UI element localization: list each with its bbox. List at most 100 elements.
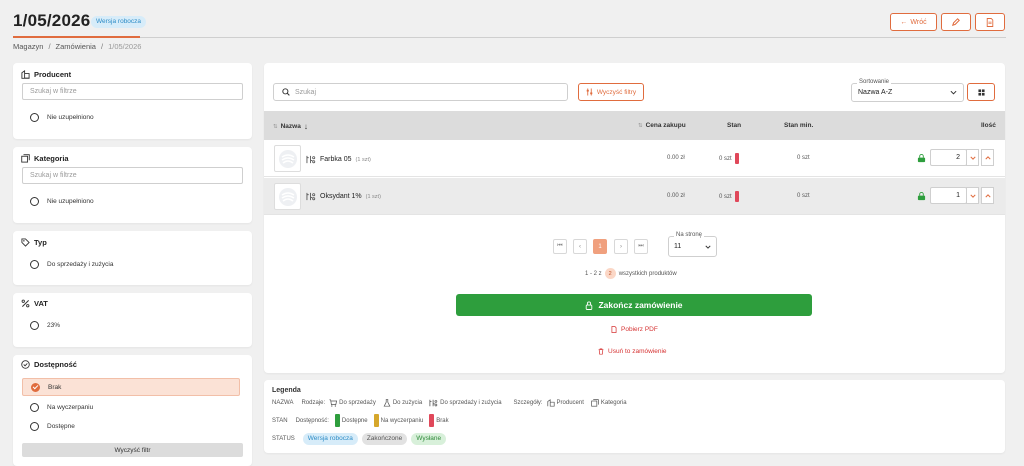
pencil-icon xyxy=(952,18,960,26)
product-thumbnail xyxy=(274,145,301,172)
clear-filters-button[interactable]: Wyczyść filtry xyxy=(578,83,644,101)
per-page-select[interactable]: 11 xyxy=(668,236,717,257)
stock-cell: 0 szt xyxy=(719,191,739,202)
product-image-icon xyxy=(278,149,297,168)
sort-select-value: Nazwa A-Z xyxy=(858,89,893,96)
arrow-down-icon: ↓ xyxy=(303,122,308,131)
legend-title: Legenda xyxy=(272,387,301,394)
tag-icon xyxy=(21,238,30,247)
chevron-left-icon: ‹ xyxy=(579,243,581,250)
stock-min-cell: 0 szt xyxy=(797,193,810,199)
last-page-icon: ⏭ xyxy=(638,243,644,249)
finish-order-button[interactable]: Zakończ zamówienie xyxy=(456,294,812,316)
per-page-label: Na stronę xyxy=(674,232,705,238)
sort-label: Sortowanie xyxy=(857,79,892,85)
status-badge: Wersja robocza xyxy=(91,16,147,28)
stock-status-bar xyxy=(734,153,739,164)
sort-icon: ⇅ xyxy=(638,122,643,129)
check-circle-icon xyxy=(21,360,30,369)
layers-icon xyxy=(591,399,599,407)
trash-icon xyxy=(598,348,604,355)
product-name: Farbka 05 xyxy=(320,156,352,163)
building-icon xyxy=(21,70,30,79)
back-button[interactable]: ← Wróć xyxy=(890,13,937,31)
first-page-icon: ⏮ xyxy=(557,243,563,249)
last-page-button[interactable]: ⏭ xyxy=(634,239,648,254)
page-button-current[interactable]: 1 xyxy=(593,239,607,254)
grid-icon xyxy=(977,88,985,96)
quantity-decrease-button[interactable] xyxy=(966,187,979,204)
column-header-cena[interactable]: ⇅ Cena zakupu xyxy=(638,122,686,129)
low-stock-swatch xyxy=(373,414,379,427)
grid-view-button[interactable] xyxy=(967,83,995,101)
filter-card-kategoria: Kategoria Szukaj w filtrze Nie uzupełnio… xyxy=(13,147,252,223)
sale-and-use-icon xyxy=(306,192,316,201)
search-input[interactable]: Szukaj xyxy=(273,83,568,101)
vat-option-23[interactable]: 23% xyxy=(22,316,243,334)
quantity-decrease-button[interactable] xyxy=(966,149,979,166)
kategoria-filter-search-input[interactable]: Szukaj w filtrze xyxy=(22,167,243,184)
filter-title-dostepnosc: Dostępność xyxy=(21,360,77,369)
product-thumbnail xyxy=(274,183,301,210)
dostepnosc-option-dostepne[interactable]: Dostępne xyxy=(22,417,243,435)
product-count: (1 szt) xyxy=(355,156,371,163)
delete-order-link[interactable]: Usuń to zamówienie xyxy=(598,348,667,355)
quantity-input[interactable]: 2 xyxy=(930,149,967,166)
status-badge-sent: Wysłane xyxy=(411,433,447,445)
breadcrumb-item-magazyn[interactable]: Magazyn xyxy=(13,42,43,51)
legend-row-status: STATUS Wersja robocza Zakończone Wysłane xyxy=(272,433,447,445)
column-header-ilosc: Ilość xyxy=(981,122,996,129)
edit-button[interactable] xyxy=(941,13,971,31)
lock-icon xyxy=(586,301,593,310)
product-name-cell: Farbka 05 (1 szt) xyxy=(306,155,371,164)
quantity-increase-button[interactable] xyxy=(981,149,994,166)
sort-icon: ⇅ xyxy=(273,123,278,130)
download-pdf-link[interactable]: Pobierz PDF xyxy=(611,326,658,333)
filter-card-vat: VAT 23% xyxy=(13,293,252,347)
column-header-nazwa[interactable]: ⇅ Nazwa ↓ xyxy=(273,122,308,131)
clear-filter-button[interactable]: Wyczyść filtr xyxy=(22,443,243,457)
breadcrumb-item-current: 1/05/2026 xyxy=(108,42,142,51)
typ-option-do-sprzedazy-i-zuzycia[interactable]: Do sprzedaży i zużycia xyxy=(22,255,243,273)
table-row[interactable] xyxy=(264,140,1005,177)
next-page-button[interactable]: › xyxy=(614,239,628,254)
prev-page-button[interactable]: ‹ xyxy=(573,239,587,254)
filter-title-kategoria: Kategoria xyxy=(21,154,69,163)
back-button-label: Wróć xyxy=(910,18,927,26)
product-count: (1 szt) xyxy=(365,193,381,200)
breadcrumb-item-zamowienia[interactable]: Zamówienia xyxy=(56,42,96,51)
per-page-value: 11 xyxy=(674,243,682,250)
dostepnosc-option-na-wyczerpaniu[interactable]: Na wyczerpaniu xyxy=(22,398,243,416)
flask-icon xyxy=(383,399,391,407)
chevron-down-icon xyxy=(969,156,976,160)
producent-filter-search-input[interactable]: Szukaj w filtrze xyxy=(22,83,243,100)
kategoria-option-nie-uzupelniono[interactable]: Nie uzupełniono xyxy=(22,192,243,210)
available-swatch xyxy=(334,414,340,427)
percent-icon xyxy=(21,299,30,308)
quantity-input[interactable]: 1 xyxy=(930,187,967,204)
quantity-increase-button[interactable] xyxy=(981,187,994,204)
sort-select[interactable]: Nazwa A-Z xyxy=(851,83,964,102)
chevron-down-icon xyxy=(969,194,976,198)
radio-checked-icon xyxy=(31,382,40,392)
status-badge-completed: Zakończone xyxy=(361,433,408,445)
first-page-button[interactable]: ⏮ xyxy=(553,239,567,254)
dostepnosc-option-brak[interactable]: Brak xyxy=(22,378,240,396)
document-button[interactable] xyxy=(975,13,1005,31)
filter-sliders-icon xyxy=(586,88,593,96)
legend-row-stan: STAN Dostępność: Dostępne Na wyczerpaniu… xyxy=(272,414,449,427)
legend-row-nazwa: NAZWA Rodzaje: Do sprzedaży Do zużycia D… xyxy=(272,399,627,407)
filter-title-vat: VAT xyxy=(21,299,48,308)
chevron-down-icon xyxy=(705,245,711,249)
radio-icon xyxy=(30,402,39,412)
pagination-summary: 1 - 2 z 2 wszystkich produktów xyxy=(585,268,677,279)
table-header xyxy=(264,111,1005,140)
chevron-up-icon xyxy=(984,193,991,197)
product-name: Oksydant 1% xyxy=(320,193,362,200)
document-icon xyxy=(611,326,617,333)
out-of-stock-swatch xyxy=(429,414,435,427)
chevron-down-icon xyxy=(950,90,957,95)
producent-option-nie-uzupelniono[interactable]: Nie uzupełniono xyxy=(22,108,243,126)
stock-status-bar xyxy=(734,191,739,202)
filter-title-producent: Producent xyxy=(21,70,71,79)
